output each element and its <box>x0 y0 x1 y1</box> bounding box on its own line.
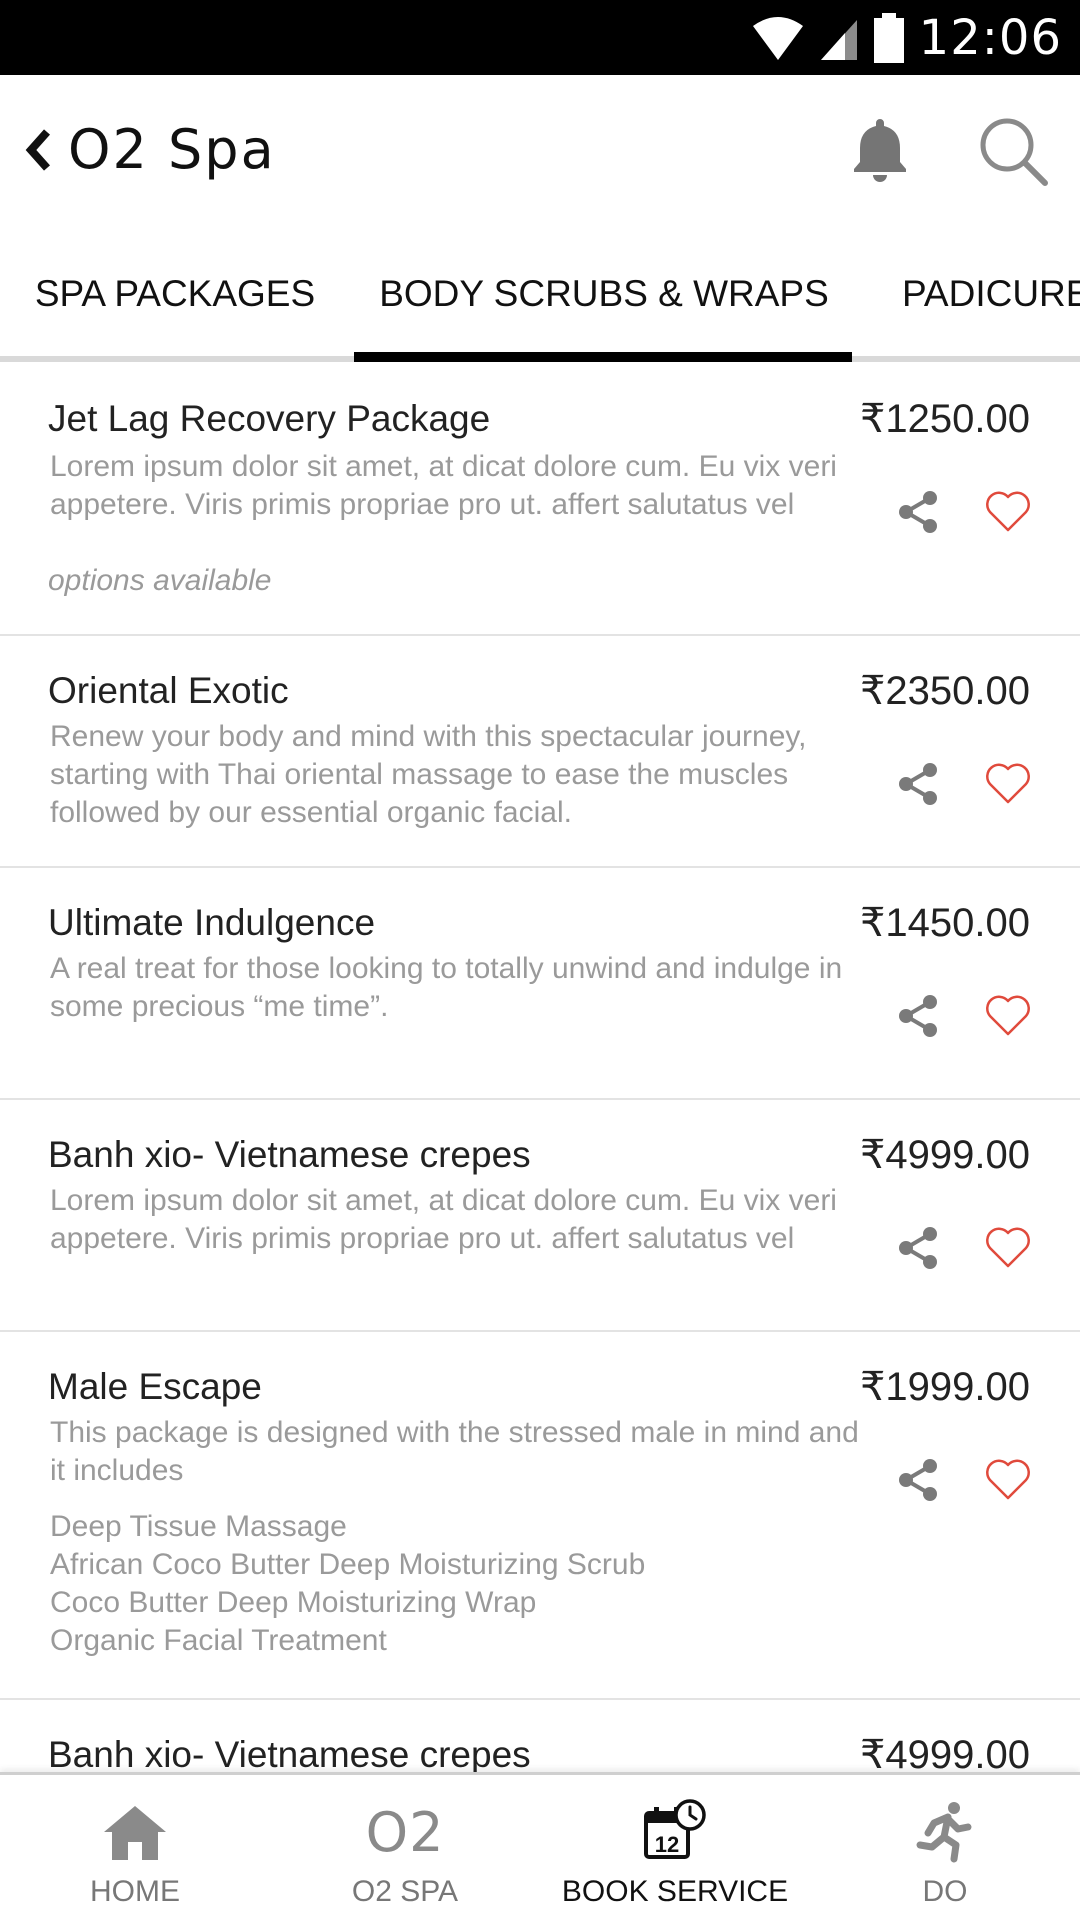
signal-icon <box>820 19 857 60</box>
status-time: 12:06 <box>918 9 1062 66</box>
bottom-navigation: HOME O2 O2 SPA 12 BOOK SERVICE DO <box>0 1772 1080 1920</box>
heart-icon[interactable] <box>984 1456 1032 1502</box>
item-price: ₹4999.00 <box>859 1733 1030 1772</box>
bell-icon <box>854 119 906 182</box>
status-bar: 12:06 <box>0 0 1080 75</box>
running-person-icon <box>916 1802 972 1863</box>
item-description: This package is designed with the stress… <box>50 1416 859 1487</box>
item-price: ₹1999.00 <box>859 1365 1030 1409</box>
include-item: African Coco Butter Deep Moisturizing Sc… <box>50 1548 646 1581</box>
item-description: Renew your body and mind with this spect… <box>50 720 807 829</box>
item-name: Ultimate Indulgence <box>48 902 376 943</box>
item-price: ₹4999.00 <box>859 1133 1030 1177</box>
app-bar: O2 Spa <box>0 75 1080 225</box>
list-item[interactable]: Ultimate Indulgence ₹1450.00 A real trea… <box>0 868 1080 1100</box>
notifications-button[interactable] <box>845 115 915 185</box>
list-item[interactable]: Male Escape ₹1999.00 This package is des… <box>0 1332 1080 1700</box>
nav-do[interactable]: DO <box>810 1775 1080 1920</box>
item-includes-list: Deep Tissue Massage African Coco Butter … <box>50 1508 850 1660</box>
share-icon[interactable] <box>896 489 942 535</box>
list-item[interactable]: Banh xio- Vietnamese crepes ₹4999.00 <box>0 1700 1080 1772</box>
item-name: Oriental Exotic <box>48 670 289 711</box>
services-list: Jet Lag Recovery Package ₹1250.00 Lorem … <box>0 362 1080 1772</box>
list-item[interactable]: Banh xio- Vietnamese crepes ₹4999.00 Lor… <box>0 1100 1080 1332</box>
item-price: ₹2350.00 <box>859 669 1030 713</box>
item-description: Lorem ipsum dolor sit amet, at dicat dol… <box>50 1184 837 1255</box>
share-icon[interactable] <box>896 993 942 1039</box>
share-icon[interactable] <box>896 1457 942 1503</box>
active-tab-indicator <box>354 352 852 362</box>
share-icon[interactable] <box>896 1225 942 1271</box>
item-name: Male Escape <box>48 1366 262 1407</box>
item-name: Banh xio- Vietnamese crepes <box>48 1734 531 1772</box>
nav-o2-spa[interactable]: O2 O2 SPA <box>270 1775 540 1920</box>
nav-home[interactable]: HOME <box>0 1775 270 1920</box>
list-item[interactable]: Oriental Exotic ₹2350.00 Renew your body… <box>0 636 1080 868</box>
heart-icon[interactable] <box>984 760 1032 806</box>
svg-text:12: 12 <box>655 1832 679 1857</box>
include-item: Coco Butter Deep Moisturizing Wrap <box>50 1586 537 1619</box>
page-title: O2 Spa <box>68 118 276 181</box>
heart-icon[interactable] <box>984 488 1032 534</box>
include-item: Organic Facial Treatment <box>50 1624 387 1657</box>
battery-icon <box>873 12 904 63</box>
nav-label: HOME <box>90 1875 180 1908</box>
tab-body-scrubs-wraps[interactable]: BODY SCRUBS & WRAPS <box>354 225 854 363</box>
home-icon <box>104 1806 166 1860</box>
tab-spa-packages[interactable]: SPA PACKAGES <box>0 225 350 363</box>
item-options[interactable]: options available <box>48 564 272 598</box>
search-icon <box>980 118 1048 186</box>
o2-logo-icon: O2 <box>365 1800 445 1864</box>
item-name: Banh xio- Vietnamese crepes <box>48 1134 531 1175</box>
nav-book-service[interactable]: 12 BOOK SERVICE <box>540 1775 810 1920</box>
nav-label: O2 SPA <box>351 1875 459 1908</box>
item-name: Jet Lag Recovery Package <box>48 398 491 439</box>
chevron-left-icon <box>25 129 50 171</box>
tab-padicure[interactable]: PADICURE <box>880 225 1080 363</box>
nav-label: DO <box>922 1875 968 1908</box>
status-icons: 12:06 <box>751 0 1062 75</box>
nav-label: BOOK SERVICE <box>561 1875 789 1908</box>
share-icon[interactable] <box>896 761 942 807</box>
item-description: A real treat for those looking to totall… <box>50 952 843 1023</box>
include-item: Deep Tissue Massage <box>50 1510 347 1543</box>
calendar-clock-icon: 12 <box>644 1799 706 1859</box>
item-price: ₹1450.00 <box>859 901 1030 945</box>
search-button[interactable] <box>975 113 1051 189</box>
list-item[interactable]: Jet Lag Recovery Package ₹1250.00 Lorem … <box>0 362 1080 636</box>
item-description: Lorem ipsum dolor sit amet, at dicat dol… <box>50 450 837 521</box>
item-price: ₹1250.00 <box>859 397 1030 441</box>
category-tabs: SPA PACKAGES BODY SCRUBS & WRAPS PADICUR… <box>0 225 1080 363</box>
wifi-icon <box>752 16 803 60</box>
heart-icon[interactable] <box>984 992 1032 1038</box>
heart-icon[interactable] <box>984 1224 1032 1270</box>
back-button[interactable] <box>18 115 58 185</box>
